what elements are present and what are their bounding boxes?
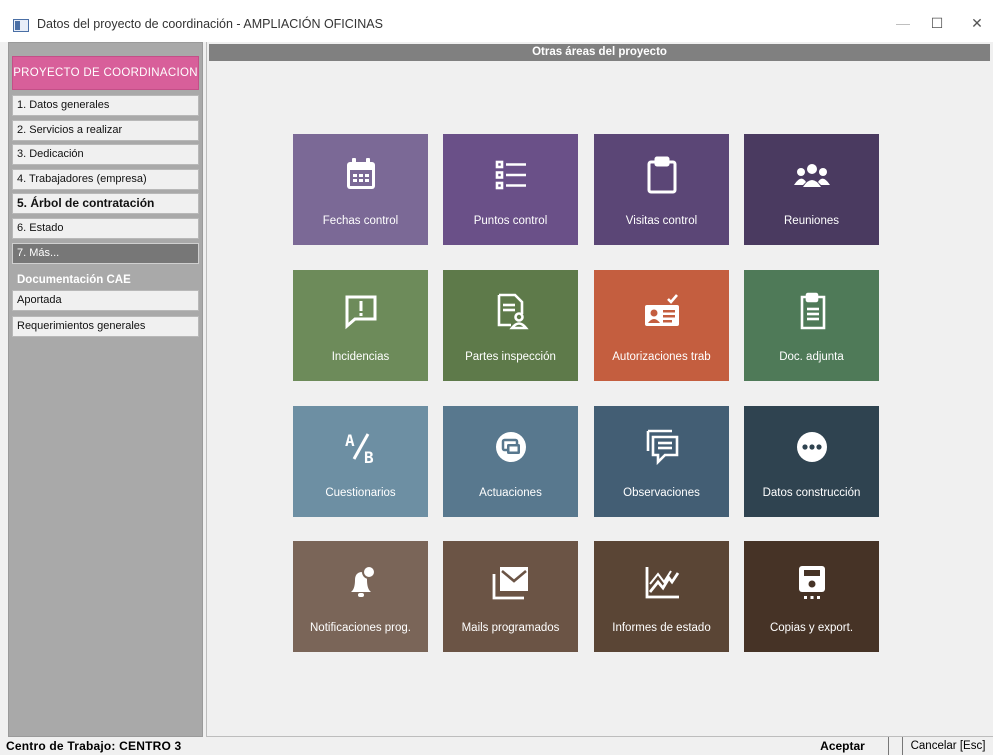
tile-label: Reuniones (784, 215, 839, 227)
sidebar-item-dedicacion[interactable]: 3. Dedicación (12, 144, 199, 165)
sidebar-item-aportada[interactable]: Aportada (12, 290, 199, 311)
status-bar: Centro de Trabajo: CENTRO 3 Aceptar Canc… (0, 737, 993, 755)
accept-button[interactable]: Aceptar (797, 737, 889, 755)
floppy-icon (791, 561, 833, 603)
bell-alert-icon (340, 561, 382, 603)
main-header: Otras áreas del proyecto (209, 44, 990, 61)
list-icon (490, 154, 532, 196)
tile-cuestionarios[interactable]: AB Cuestionarios (293, 406, 428, 517)
calendar-icon (340, 154, 382, 196)
section-title-documentacion-cae: Documentación CAE (17, 274, 131, 286)
tile-label: Informes de estado (612, 622, 711, 634)
sidebar-item-mas[interactable]: 7. Más... (12, 243, 199, 264)
sidebar: PROYECTO DE COORDINACION 1. Datos genera… (8, 42, 203, 737)
sidebar-item-servicios[interactable]: 2. Servicios a realizar (12, 120, 199, 141)
tile-label: Mails programados (461, 622, 560, 634)
close-button[interactable]: ✕ (962, 12, 992, 34)
main-panel: Otras áreas del proyecto Fechas control … (206, 42, 993, 737)
tile-label: Datos construcción (762, 487, 861, 499)
tile-label: Autorizaciones trab (612, 351, 711, 363)
more-circle-icon (791, 426, 833, 468)
tile-label: Doc. adjunta (779, 351, 844, 363)
sidebar-item-estado[interactable]: 6. Estado (12, 218, 199, 239)
tile-reuniones[interactable]: Reuniones (744, 134, 879, 245)
chart-line-icon (641, 561, 683, 603)
title-bar: Datos del proyecto de coordinación - AMP… (0, 0, 993, 42)
sidebar-item-datos-generales[interactable]: 1. Datos generales (12, 95, 199, 116)
tile-partes-inspeccion[interactable]: Partes inspección (443, 270, 578, 381)
svg-text:B: B (364, 448, 374, 467)
group-icon (791, 154, 833, 196)
minimize-button[interactable]: — (888, 12, 918, 34)
cancel-button[interactable]: Cancelar [Esc] (902, 737, 993, 755)
record-circle-icon (490, 426, 532, 468)
svg-text:A: A (345, 431, 355, 450)
tile-label: Copias y export. (769, 622, 854, 634)
tile-label: Notificaciones prog. (310, 622, 411, 634)
sidebar-item-requerimientos[interactable]: Requerimientos generales (12, 316, 199, 337)
sidebar-item-arbol-contratacion[interactable]: 5. Árbol de contratación (12, 193, 199, 214)
tile-label: Partes inspección (465, 351, 556, 363)
tile-observaciones[interactable]: Observaciones (594, 406, 729, 517)
attached-document-icon (791, 290, 833, 332)
tile-label: Actuaciones (479, 487, 542, 499)
project-header-button[interactable]: PROYECTO DE COORDINACION (12, 56, 199, 90)
tile-autorizaciones-trab[interactable]: Autorizaciones trab (594, 270, 729, 381)
tile-label: Incidencias (331, 351, 390, 363)
tile-mails-programados[interactable]: Mails programados (443, 541, 578, 652)
clipboard-icon (641, 154, 683, 196)
tile-label: Observaciones (623, 487, 700, 499)
document-user-icon (490, 290, 532, 332)
ab-test-icon: AB (340, 426, 382, 468)
window-title: Datos del proyecto de coordinación - AMP… (37, 17, 383, 31)
tile-datos-construccion[interactable]: Datos construcción (744, 406, 879, 517)
tile-informes-estado[interactable]: Informes de estado (594, 541, 729, 652)
app-icon (13, 19, 29, 32)
tile-label: Cuestionarios (325, 487, 396, 499)
tile-puntos-control[interactable]: Puntos control (443, 134, 578, 245)
id-card-check-icon (641, 290, 683, 332)
centro-trabajo-label: Centro de Trabajo: CENTRO 3 (6, 739, 182, 753)
tile-fechas-control[interactable]: Fechas control (293, 134, 428, 245)
comments-icon (641, 426, 683, 468)
alert-message-icon (340, 290, 382, 332)
tile-incidencias[interactable]: Incidencias (293, 270, 428, 381)
tile-doc-adjunta[interactable]: Doc. adjunta (744, 270, 879, 381)
mail-stack-icon (490, 561, 532, 603)
maximize-button[interactable]: ☐ (922, 12, 952, 34)
tile-label: Fechas control (322, 215, 399, 227)
tile-notificaciones-prog[interactable]: Notificaciones prog. (293, 541, 428, 652)
tile-visitas-control[interactable]: Visitas control (594, 134, 729, 245)
tile-label: Puntos control (473, 215, 548, 227)
sidebar-item-trabajadores[interactable]: 4. Trabajadores (empresa) (12, 169, 199, 190)
tile-copias-export[interactable]: Copias y export. (744, 541, 879, 652)
tile-actuaciones[interactable]: Actuaciones (443, 406, 578, 517)
tile-label: Visitas control (625, 215, 698, 227)
